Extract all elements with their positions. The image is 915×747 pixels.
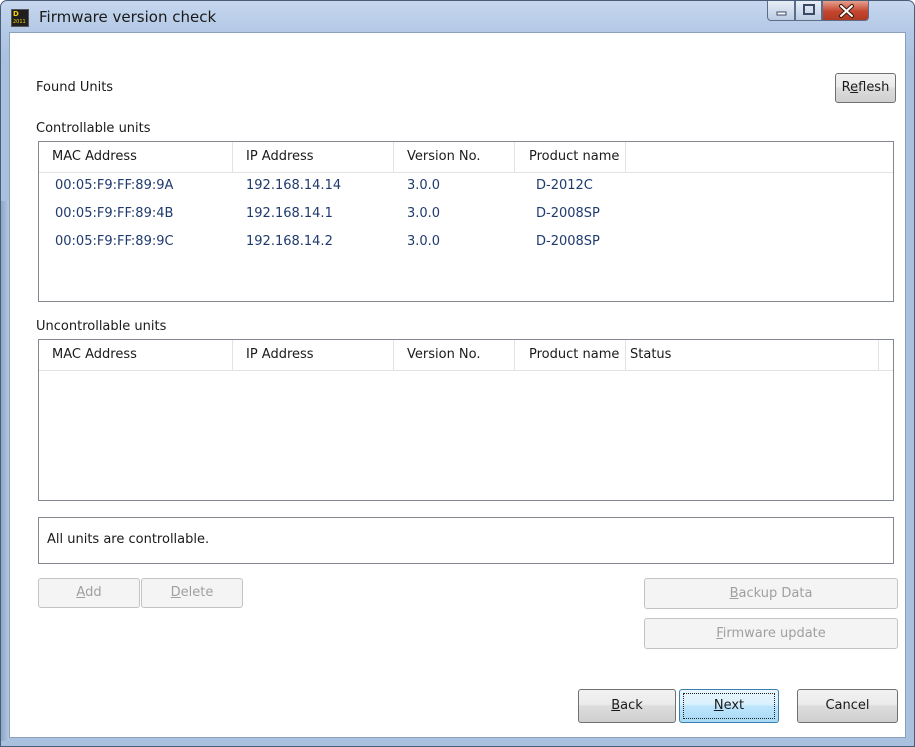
maximize-button[interactable] <box>795 1 822 21</box>
firmware-check-window: D 2011 Firmware version check Found Unit… <box>0 0 915 747</box>
column-product-name[interactable]: Product name <box>515 340 626 370</box>
list-header: MAC Address IP Address Version No. Produ… <box>39 340 893 371</box>
delete-button[interactable]: Delete <box>141 578 243 608</box>
found-units-label: Found Units <box>36 80 114 95</box>
firmware-update-button[interactable]: Firmware update <box>644 618 898 649</box>
table-row[interactable]: 00:05:F9:FF:89:9A 192.168.14.14 3.0.0 D-… <box>39 172 893 200</box>
window-frame-edge <box>1 201 9 741</box>
focus-rectangle <box>683 693 775 719</box>
table-row[interactable]: 00:05:F9:FF:89:4B 192.168.14.1 3.0.0 D-2… <box>39 200 893 228</box>
controllable-units-list[interactable]: MAC Address IP Address Version No. Produ… <box>38 141 894 302</box>
next-button[interactable]: Next <box>679 689 779 723</box>
cancel-button[interactable]: Cancel <box>797 689 898 723</box>
app-logo-icon: D 2011 <box>11 9 29 27</box>
close-icon <box>839 4 854 18</box>
refresh-button[interactable]: Reflesh <box>835 73 896 103</box>
column-ip-address[interactable]: IP Address <box>233 142 394 172</box>
column-mac-address[interactable]: MAC Address <box>39 142 233 172</box>
window-title: Firmware version check <box>39 8 217 26</box>
column-ip-address[interactable]: IP Address <box>233 340 394 370</box>
maximize-icon <box>803 4 815 15</box>
column-status[interactable]: Status <box>626 340 879 370</box>
column-version[interactable]: Version No. <box>394 340 515 370</box>
back-button[interactable]: Back <box>578 689 676 723</box>
status-message-box: All units are controllable. <box>38 517 894 564</box>
column-version[interactable]: Version No. <box>394 142 515 172</box>
close-button[interactable] <box>822 1 869 21</box>
title-bar[interactable]: D 2011 Firmware version check <box>1 1 914 31</box>
list-header: MAC Address IP Address Version No. Produ… <box>39 142 893 173</box>
minimize-icon <box>776 11 787 16</box>
status-message: All units are controllable. <box>47 532 210 547</box>
dialog-body: Found Units Reflesh Controllable units M… <box>9 32 906 738</box>
table-row[interactable]: 00:05:F9:FF:89:9C 192.168.14.2 3.0.0 D-2… <box>39 228 893 256</box>
backup-data-button[interactable]: Backup Data <box>644 578 898 609</box>
controllable-units-label: Controllable units <box>36 121 151 136</box>
minimize-button[interactable] <box>767 1 795 21</box>
uncontrollable-units-list[interactable]: MAC Address IP Address Version No. Produ… <box>38 339 894 501</box>
uncontrollable-units-label: Uncontrollable units <box>36 319 167 334</box>
column-product-name[interactable]: Product name <box>515 142 626 172</box>
column-mac-address[interactable]: MAC Address <box>39 340 233 370</box>
add-button[interactable]: Add <box>38 578 140 608</box>
